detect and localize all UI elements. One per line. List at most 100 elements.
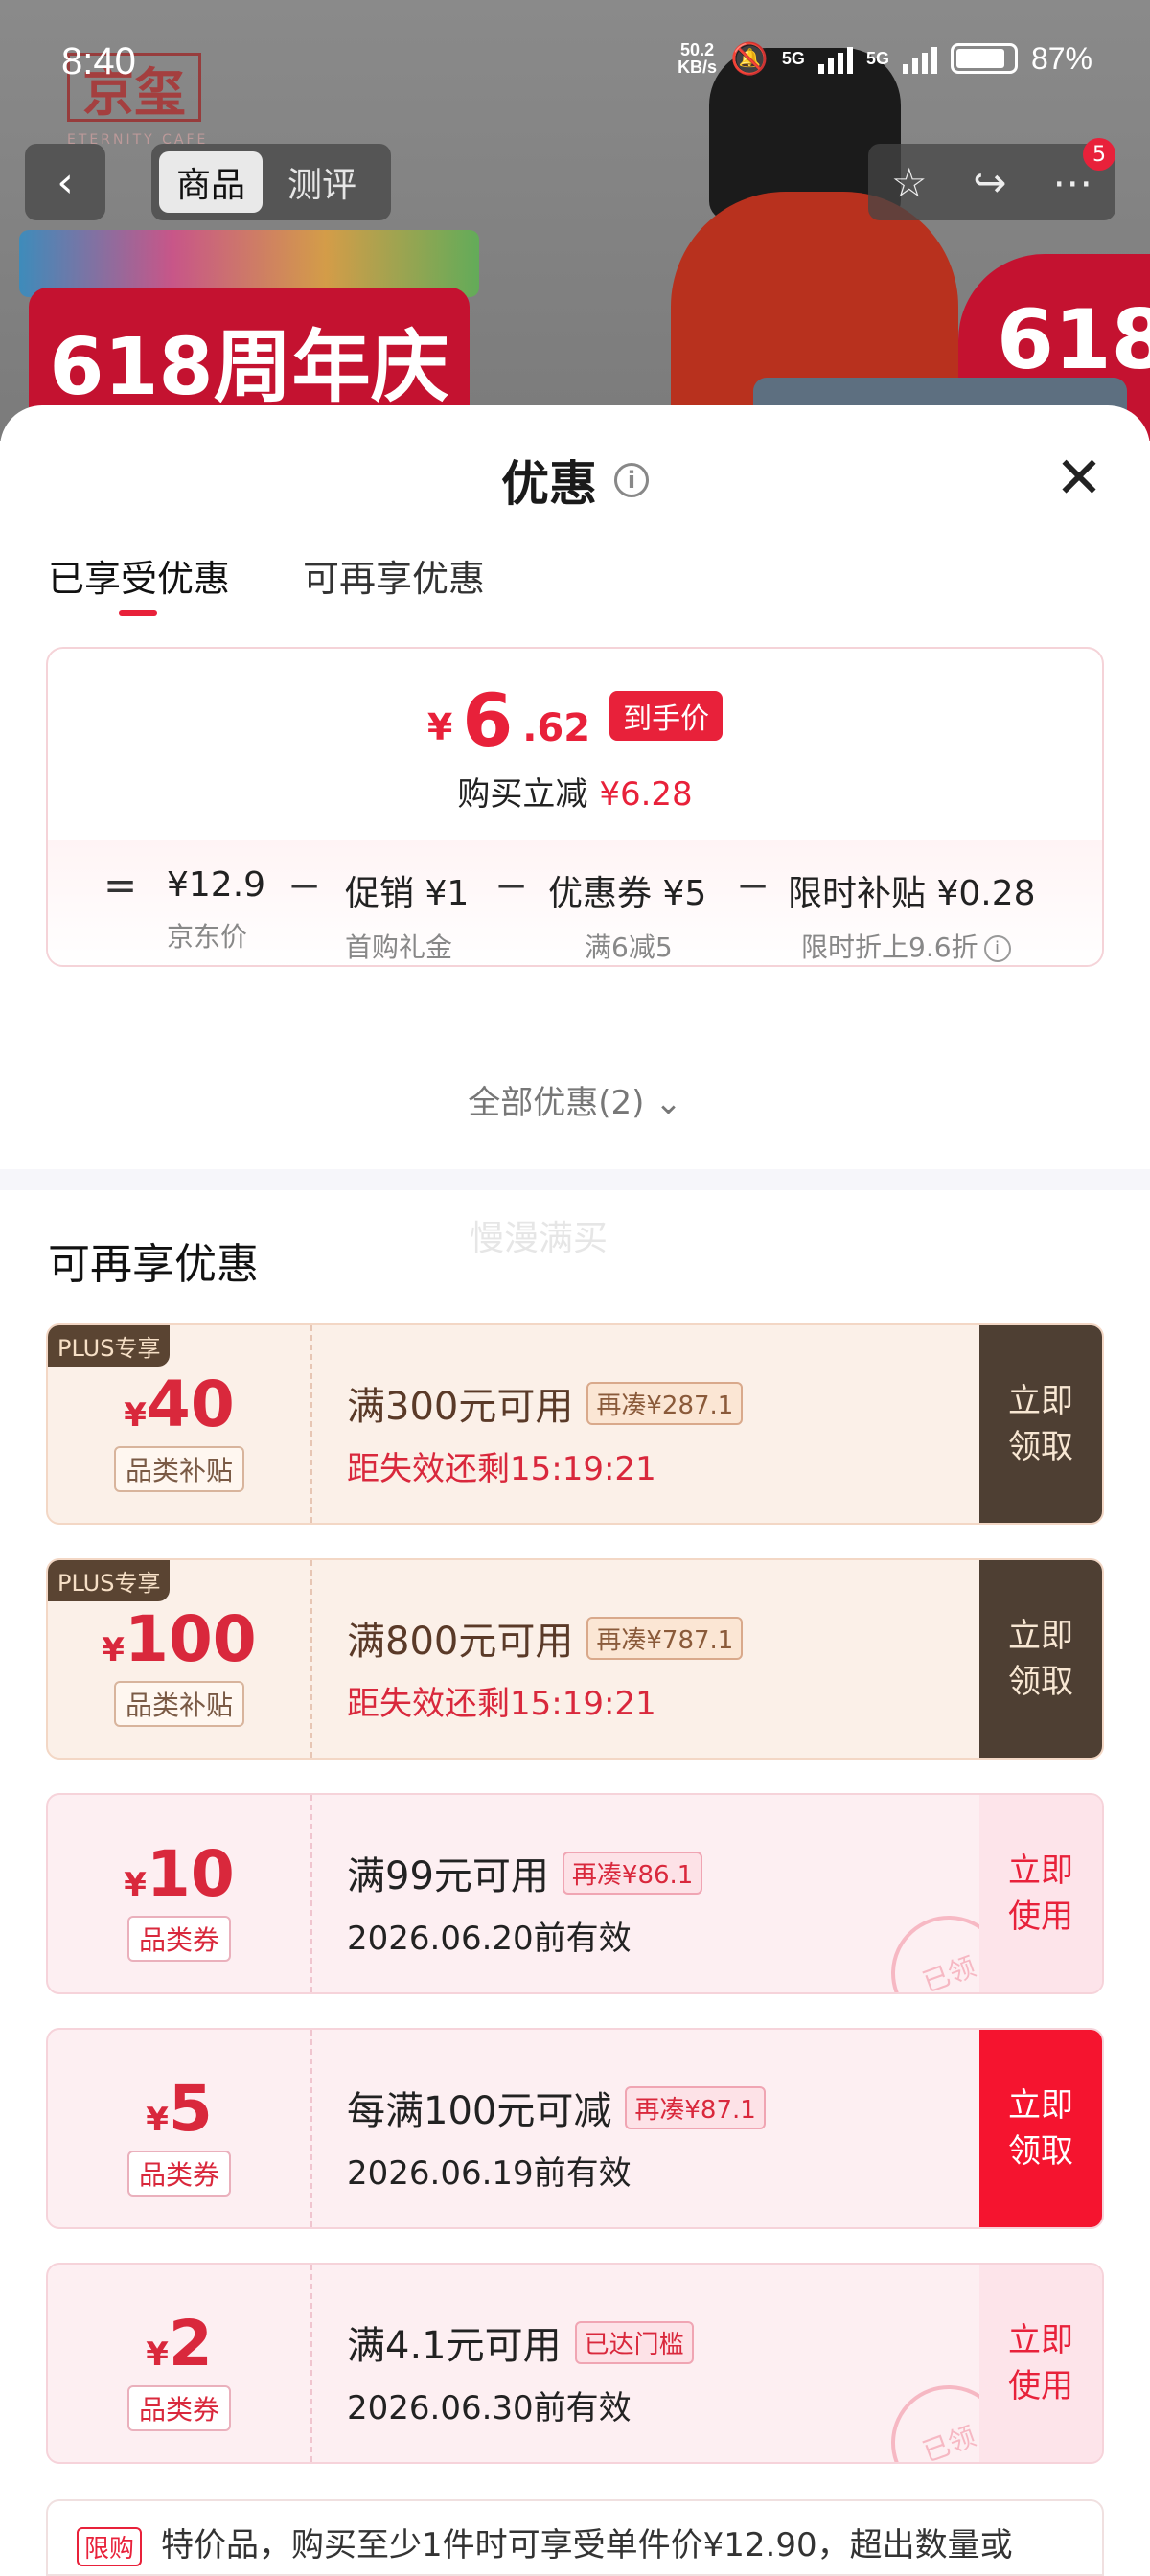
net-speed-value: 50.2 (680, 40, 715, 59)
formula-op: − (494, 862, 529, 908)
plus-exclusive-tag: PLUS专享 (48, 1560, 171, 1601)
more-badge: 5 (1083, 138, 1116, 171)
formula-item: 促销 ¥1 首购礼金 1 (345, 865, 470, 965)
share-icon[interactable]: ↪ (973, 159, 1006, 206)
net-type-1: 5G (781, 48, 805, 68)
coupon-amount: 2 (168, 2307, 213, 2380)
coupon-currency: ¥ (124, 1396, 147, 1435)
coupon-type: 品类券 (126, 2385, 231, 2431)
price-summary-card: ¥ 6 .62 到手价 购买立减 ¥6.28 = ¥12.9 京东价 − 促销 ¥… (46, 647, 1104, 967)
coupon-amount: 5 (168, 2072, 213, 2146)
section-title: 可再享优惠 (48, 1240, 259, 1289)
coupon-countdown: 距失效还剩15:19:21 (347, 1450, 656, 1488)
formula-sub: 京东价 (167, 921, 248, 953)
favorite-star-icon[interactable]: ☆ (891, 159, 928, 206)
info-icon[interactable]: i (983, 935, 1011, 962)
discount-tabs: 已享受优惠 可再享优惠 (48, 549, 485, 616)
coupon-details: 满800元可用 再凑¥787.1 距失效还剩15:19:21 (347, 1610, 744, 1724)
coupon-condition: 满99元可用 (347, 1854, 549, 1898)
tab-product[interactable]: 商品 (159, 151, 264, 213)
coupon-currency: ¥ (146, 2335, 169, 2374)
coupon-gap-tag: 再凑¥87.1 (625, 2085, 766, 2129)
coupon-details: 满300元可用 再凑¥287.1 距失效还剩15:19:21 (347, 1375, 744, 1489)
currency-symbol: ¥ (426, 706, 453, 748)
formula-item: 限时补贴 ¥0.28 限时折上9.6折 i (788, 865, 1036, 965)
formula-value: 优惠券 ¥5 (548, 874, 707, 913)
price-formula: = ¥12.9 京东价 − 促销 ¥1 首购礼金 1 − 优惠券 ¥5 满6减5… (48, 840, 1102, 965)
status-indicators: 50.2 KB/s 🔕 5G 5G 87% (678, 40, 1092, 77)
product-top-nav: ‹ 商品 测评 ☆ ↪ ⋯ 5 (0, 138, 1150, 220)
tab-enjoyed-discounts[interactable]: 已享受优惠 (48, 549, 230, 616)
use-coupon-button[interactable]: 立即 使用 (979, 2265, 1102, 2462)
claim-coupon-button[interactable]: 立即 领取 (979, 1325, 1102, 1523)
coupon-type: 品类券 (126, 1916, 231, 1962)
product-actions: ☆ ↪ ⋯ 5 (868, 138, 1116, 220)
coupon-expiry: 2026.06.19前有效 (347, 2154, 632, 2193)
coupon-gap-tag: 再凑¥86.1 (562, 1851, 703, 1895)
signal-icon (817, 43, 853, 74)
reduction-line: 购买立减 ¥6.28 (48, 768, 1102, 815)
all-deals-label: 全部优惠(2) (468, 1084, 645, 1122)
close-button[interactable]: ✕ (1050, 449, 1108, 507)
coupon-type: 品类补贴 (113, 1681, 244, 1727)
all-deals-toggle[interactable]: 全部优惠(2) ⌄ (0, 1076, 1150, 1123)
sheet-title-row: 优惠 i (0, 446, 1150, 515)
coupon-card: PLUS专享 ¥40 品类补贴 满300元可用 再凑¥287.1 距失效还剩15:… (46, 1323, 1104, 1525)
net-speed: 50.2 KB/s (678, 41, 717, 76)
mute-icon: 🔕 (730, 41, 769, 76)
final-price: ¥ 6 .62 到手价 (426, 684, 724, 757)
tab-reviews[interactable]: 测评 (270, 151, 374, 213)
coupon-value-block: ¥10 品类券 (48, 1795, 312, 1992)
limit-text: 特价品，购买至少1件时可享受单件价¥12.90，超出数量或 (161, 2526, 1013, 2564)
status-bar: 8:40 50.2 KB/s 🔕 5G 5G 87% (0, 0, 1150, 134)
coupon-currency: ¥ (146, 2101, 169, 2139)
limit-tag: 限购 (77, 2527, 143, 2566)
claim-coupon-button[interactable]: 立即 领取 (979, 1560, 1102, 1758)
section-divider (0, 1169, 1150, 1190)
final-price-tag: 到手价 (610, 691, 724, 741)
purchase-limit-row: 限购 特价品，购买至少1件时可享受单件价¥12.90，超出数量或 (46, 2499, 1104, 2576)
product-tabs: 商品 测评 (151, 144, 391, 220)
status-time: 8:40 (61, 40, 136, 82)
coupon-amount: 40 (146, 1368, 235, 1441)
sheet-title: 优惠 (501, 456, 597, 512)
coupon-condition: 满300元可用 (347, 1385, 574, 1429)
coupon-details: 每满100元可减 再凑¥87.1 2026.06.19前有效 (347, 2080, 766, 2194)
battery-icon (950, 43, 1018, 74)
coupon-expiry: 2026.06.30前有效 (347, 2389, 632, 2427)
info-icon[interactable]: i (614, 463, 649, 497)
discount-sheet: 优惠 i ✕ 已享受优惠 可再享优惠 ¥ 6 .62 到手价 购买立减 ¥6.28… (0, 405, 1150, 2576)
watermark-text: 慢漫满买 (470, 1219, 609, 1258)
coupon-value-block: ¥2 品类券 (48, 2265, 312, 2462)
formula-op: = (104, 862, 138, 908)
coupon-type: 品类补贴 (113, 1446, 244, 1492)
formula-item: ¥12.9 京东价 (167, 865, 265, 954)
chevron-down-icon: ⌄ (655, 1084, 682, 1122)
reduction-label: 购买立减 (457, 775, 588, 814)
more-icon[interactable]: ⋯ (1052, 159, 1092, 206)
coupon-card: ¥2 品类券 满4.1元可用 已达门槛 2026.06.30前有效 已领 立即 使… (46, 2263, 1104, 2464)
coupon-value-block: ¥5 品类券 (48, 2030, 312, 2227)
formula-value: 限时补贴 ¥0.28 (788, 874, 1036, 913)
coupon-details: 满99元可用 再凑¥86.1 2026.06.20前有效 (347, 1845, 703, 1959)
use-coupon-button[interactable]: 立即 使用 (979, 1795, 1102, 1992)
coupon-details: 满4.1元可用 已达门槛 2026.06.30前有效 (347, 2314, 694, 2428)
coupon-card: PLUS专享 ¥100 品类补贴 满800元可用 再凑¥787.1 距失效还剩15… (46, 1558, 1104, 1760)
formula-value: 促销 ¥1 (345, 874, 470, 913)
coupon-value-block: PLUS专享 ¥40 品类补贴 (48, 1325, 312, 1523)
tab-more-discounts[interactable]: 可再享优惠 (303, 549, 485, 602)
coupon-amount: 10 (146, 1837, 235, 1911)
claim-coupon-button[interactable]: 立即 领取 (979, 2030, 1102, 2227)
back-button[interactable]: ‹ (25, 144, 105, 220)
formula-op: − (736, 862, 770, 908)
formula-item: 优惠券 ¥5 满6减5 (548, 865, 706, 965)
formula-value: ¥12.9 (167, 865, 266, 905)
final-price-block: ¥ 6 .62 到手价 购买立减 ¥6.28 (48, 649, 1102, 840)
formula-sub: 首购礼金 1 (345, 932, 453, 963)
coupon-condition: 满800元可用 (347, 1620, 574, 1664)
coupon-gap-tag: 再凑¥787.1 (586, 1616, 744, 1660)
coupon-gap-tag: 再凑¥287.1 (586, 1381, 744, 1425)
coupon-amount: 100 (124, 1602, 257, 1676)
net-type-2: 5G (865, 48, 889, 68)
coupon-value-block: PLUS专享 ¥100 品类补贴 (48, 1560, 312, 1758)
